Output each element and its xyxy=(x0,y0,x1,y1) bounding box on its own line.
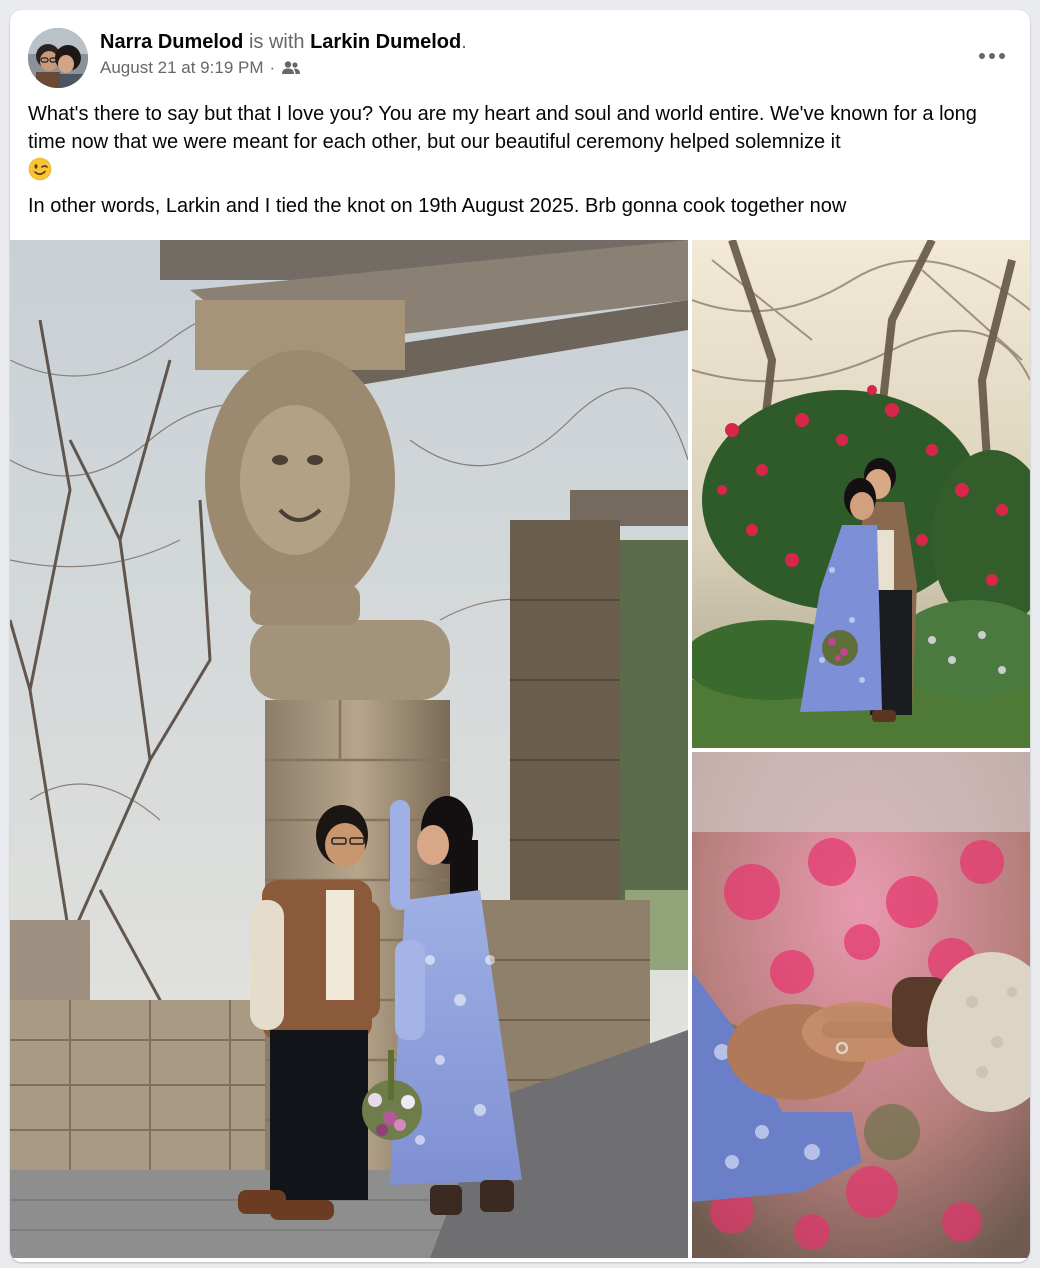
post-timestamp[interactable]: August 21 at 9:19 PM xyxy=(100,57,264,79)
post-paragraph-2: In other words, Larkin and I tied the kn… xyxy=(28,195,847,217)
period: . xyxy=(461,31,467,53)
more-options-icon[interactable] xyxy=(974,38,1010,74)
post-paragraph-1-text: What's there to say but that I love you?… xyxy=(28,103,977,153)
separator: · xyxy=(269,58,276,77)
photo-grid xyxy=(10,240,1030,1262)
photo-couple-embracing-garden[interactable] xyxy=(692,240,1030,748)
post-meta: Narra Dumelod is with Larkin Dumelod. Au… xyxy=(100,29,920,79)
post-paragraph-1: What's there to say but that I love you?… xyxy=(28,100,1013,184)
winking-face-emoji-icon xyxy=(28,157,52,181)
tagged-name[interactable]: Larkin Dumelod xyxy=(310,31,461,53)
post-author-line: Narra Dumelod is with Larkin Dumelod. xyxy=(100,29,920,55)
post-subline: August 21 at 9:19 PM · xyxy=(100,57,920,79)
friends-icon[interactable] xyxy=(281,60,301,76)
with-text: is with xyxy=(248,31,305,53)
post-text: What's there to say but that I love you?… xyxy=(28,100,1013,228)
photo-hands-ring-closeup[interactable] xyxy=(692,752,1030,1258)
post-header: Narra Dumelod is with Larkin Dumelod. Au… xyxy=(10,10,1030,94)
post-card: Narra Dumelod is with Larkin Dumelod. Au… xyxy=(10,10,1030,1262)
photo-couple-lion-pillar[interactable] xyxy=(10,240,688,1258)
author-avatar[interactable] xyxy=(28,28,88,88)
author-name[interactable]: Narra Dumelod xyxy=(100,31,243,53)
